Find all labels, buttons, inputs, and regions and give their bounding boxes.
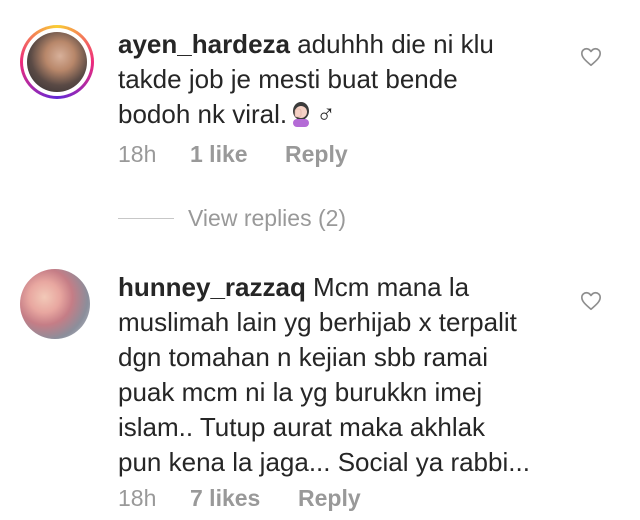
avatar[interactable] — [20, 269, 90, 339]
comment-1-likes[interactable]: 1 like — [190, 140, 248, 168]
comment-2-text-1: Mcm mana la — [305, 272, 470, 302]
comment-1-meta: 18h 1 like Reply — [118, 140, 418, 168]
comment-2-likes[interactable]: 7 likes — [190, 484, 260, 512]
like-heart-icon[interactable] — [580, 290, 602, 312]
comment-1-username[interactable]: ayen_hardeza — [118, 29, 290, 59]
comment-2-line-5: islam.. Tutup aurat maka akhlak — [118, 412, 486, 442]
view-replies-divider — [118, 218, 174, 219]
comment-1: ayen_hardeza aduhhh die ni klu takde job… — [0, 0, 640, 200]
comment-2-username[interactable]: hunney_razzaq — [118, 272, 306, 302]
view-replies-button[interactable]: View replies (2) — [118, 204, 378, 232]
male-sign-icon: ♂ — [316, 99, 336, 129]
comment-1-reply-button[interactable]: Reply — [285, 140, 348, 168]
view-replies-label: View replies (2) — [188, 205, 347, 231]
woman-facepalming-icon — [289, 101, 313, 127]
comment-1-line-1: ayen_hardeza aduhhh die ni klu — [118, 27, 588, 62]
comment-2-line-4: puak mcm ni la yg burukkn imej — [118, 377, 483, 407]
comment-2-line-3: dgn tomahan n kejian sbb ramai — [118, 342, 489, 372]
comment-2-reply-button[interactable]: Reply — [298, 484, 361, 512]
avatar — [27, 32, 87, 92]
comment-2-line-6: pun kena la jaga... Social ya rabbi... — [118, 447, 530, 477]
comment-2-time: 18h — [118, 485, 157, 511]
avatar-story-ring[interactable] — [20, 25, 94, 99]
comment-1-line-3: bodoh nk viral. ♂ — [118, 97, 588, 132]
comment-1-line-2: takde job je mesti buat bende — [118, 64, 458, 94]
like-heart-icon[interactable] — [580, 46, 602, 68]
comment-1-time: 18h — [118, 141, 157, 167]
comment-2: hunney_razzaq Mcm mana la muslimah lain … — [0, 250, 640, 520]
comment-2-body: hunney_razzaq Mcm mana la muslimah lain … — [118, 270, 588, 480]
comment-2-line-1: hunney_razzaq Mcm mana la — [118, 270, 588, 305]
comment-2-meta: 18h 7 likes Reply — [118, 484, 418, 512]
comment-1-body: ayen_hardeza aduhhh die ni klu takde job… — [118, 27, 588, 132]
avatar-ring-gap — [23, 28, 91, 96]
comment-1-text-1: aduhhh die ni klu — [289, 29, 494, 59]
comment-2-line-2: muslimah lain yg berhijab x terpalit — [118, 307, 517, 337]
comment-1-text-3: bodoh nk viral. — [118, 99, 288, 129]
